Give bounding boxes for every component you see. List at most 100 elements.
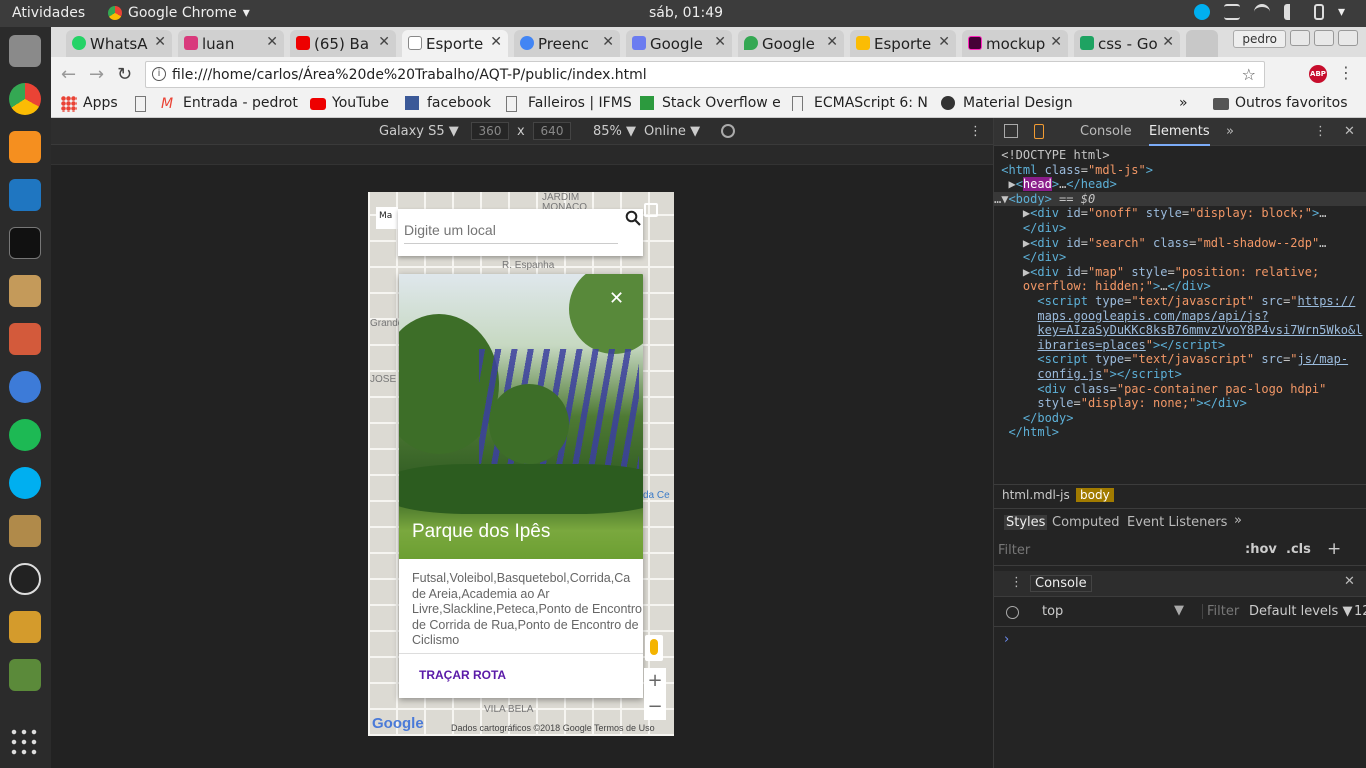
close-tab-icon[interactable]: ✕ [938,34,950,50]
dom-line[interactable]: <div class="pac-container pac-logo hdpi" [994,382,1326,396]
app-menu[interactable]: Google Chrome ▾ [108,5,250,21]
spotify-icon[interactable] [9,419,41,451]
info-icon[interactable]: i [152,67,166,81]
system-tools-icon[interactable] [9,323,41,355]
bookmark-material[interactable]: Material Design [941,95,1073,111]
close-tab-icon[interactable]: ✕ [714,34,726,50]
battery-icon[interactable] [1314,4,1324,20]
close-tab-icon[interactable]: ✕ [154,34,166,50]
dom-line[interactable]: ▶<div id="search" class="mdl-shadow--2dp… [994,236,1327,250]
inspect-element-icon[interactable] [1004,124,1018,138]
device-toggle-icon[interactable] [1034,124,1044,139]
context-select[interactable]: top [1042,604,1063,619]
bookmark-stackoverflow[interactable]: Stack Overflow e [640,95,780,111]
pegman-icon[interactable] [645,635,663,661]
tab-esporte-2[interactable]: Esporte ✕ [850,30,956,57]
maximize-icon[interactable] [1314,30,1334,46]
crumb-body[interactable]: body [1076,488,1114,502]
tab-whatsapp[interactable]: WhatsA ✕ [66,30,172,57]
tab-console-drawer[interactable]: Console [1030,575,1092,592]
dom-line[interactable]: config.js"></script> [994,367,1182,381]
zoom-out-icon[interactable]: − [644,694,666,720]
omnibox[interactable]: i file:///home/carlos/Área%20de%20Trabal… [145,61,1265,88]
bookmark-apps[interactable]: Apps [61,95,118,112]
clock[interactable]: sáb, 01:49 [649,5,723,21]
bookmarks-overflow-button[interactable]: » [1179,95,1188,111]
power-menu-icon[interactable]: ▾ [1338,4,1354,20]
tab-event-listeners[interactable]: Event Listeners [1127,515,1227,530]
map-attribution[interactable]: Dados cartográficos ©2018 Google Termos … [451,723,655,733]
close-drawer-icon[interactable]: ✕ [1344,574,1355,589]
map-type-button[interactable]: Ma [376,207,398,229]
back-arrow-icon[interactable]: ← [61,64,76,85]
installer-icon[interactable] [9,515,41,547]
reload-icon[interactable]: ↻ [117,64,132,85]
devtools-menu-icon[interactable]: ⋮ [1314,124,1327,139]
device-select[interactable]: Galaxy S5 ▼ [379,124,459,139]
help-icon[interactable] [9,371,41,403]
vscode-icon[interactable] [9,179,41,211]
bookmark-youtube[interactable]: YouTube [310,95,389,111]
close-tab-icon[interactable]: ✕ [266,34,278,50]
styles-filter-input[interactable]: Filter [998,543,1030,558]
close-tab-icon[interactable]: ✕ [378,34,390,50]
hov-toggle[interactable]: :hov [1245,542,1277,557]
tab-preench[interactable]: Preenc ✕ [514,30,620,57]
csgo-icon[interactable] [9,611,41,643]
tab-google-1[interactable]: Google ✕ [626,30,732,57]
dom-line[interactable]: ▶<div id="onoff" style="display: block;"… [994,206,1327,220]
zoom-in-icon[interactable]: + [644,668,666,694]
bookmark-falleiros[interactable]: Falleiros | IFMS [506,95,632,112]
console-filter-input[interactable]: Filter [1202,604,1239,619]
chrome-menu-icon[interactable]: ⋮ [1338,63,1354,82]
activities-button[interactable]: Atividades [12,5,85,21]
close-icon[interactable]: ✕ [609,288,624,309]
terminal-icon[interactable] [9,227,41,259]
close-window-icon[interactable] [1338,30,1358,46]
rotate-icon[interactable] [721,124,735,138]
dom-line[interactable]: </div> [994,250,1066,264]
clear-console-icon[interactable] [1006,606,1019,619]
dom-line[interactable]: <!DOCTYPE html> [994,148,1109,162]
dom-line[interactable]: </html> [994,425,1059,439]
tab-console[interactable]: Console [1080,124,1132,139]
tab-youtube[interactable]: (65) Ba ✕ [290,30,396,57]
close-tab-icon[interactable]: ✕ [490,34,502,50]
minecraft-icon[interactable] [9,659,41,691]
close-devtools-icon[interactable]: ✕ [1344,124,1355,139]
tab-google-2[interactable]: Google ✕ [738,30,844,57]
height-input[interactable]: 640 [533,122,571,140]
dom-line-selected[interactable]: …▼<body> == $0 [994,191,1366,206]
close-tab-icon[interactable]: ✕ [1050,34,1062,50]
new-tab-button[interactable] [1186,30,1218,57]
log-levels-select[interactable]: Default levels ▼ [1249,604,1352,619]
profile-button[interactable]: pedro [1233,30,1286,48]
system-tray[interactable]: ▾ [1194,4,1354,20]
more-tabs-button[interactable]: » [1226,124,1234,139]
bookmark-gmail[interactable]: M Entrada - pedrot [161,95,298,112]
crumb-html[interactable]: html.mdl-js [998,488,1074,502]
zoom-select[interactable]: 85% ▼ [593,124,636,139]
width-input[interactable]: 360 [471,122,509,140]
device-options-icon[interactable]: ⋮ [969,124,982,139]
tab-esporte-active[interactable]: Esporte ✕ [402,30,508,57]
search-input[interactable] [404,222,618,244]
tab-css[interactable]: css - Go ✕ [1074,30,1180,57]
new-rule-icon[interactable]: + [1327,539,1341,559]
chrome-app-icon[interactable] [9,83,41,115]
network-select[interactable]: Online ▼ [644,124,700,139]
close-tab-icon[interactable]: ✕ [826,34,838,50]
close-tab-icon[interactable]: ✕ [602,34,614,50]
sublime-text-icon[interactable] [9,131,41,163]
elements-tree[interactable]: <!DOCTYPE html> <html class="mdl-js"> ▶<… [994,148,1366,440]
minimize-icon[interactable] [1290,30,1310,46]
drawer-menu-icon[interactable]: ⋮ [1010,575,1023,590]
tab-computed[interactable]: Computed [1052,515,1120,530]
tab-elements[interactable]: Elements [1149,124,1210,146]
dom-line[interactable]: <script type="text/javascript" src="http… [994,294,1355,308]
forward-arrow-icon[interactable]: → [89,64,104,85]
skype-tray-icon[interactable] [1194,4,1210,20]
dom-line[interactable]: ibraries=places"></script> [994,338,1225,352]
dom-line[interactable]: </body> [994,411,1074,425]
dom-line[interactable]: overflow: hidden;">…</div> [994,279,1211,293]
